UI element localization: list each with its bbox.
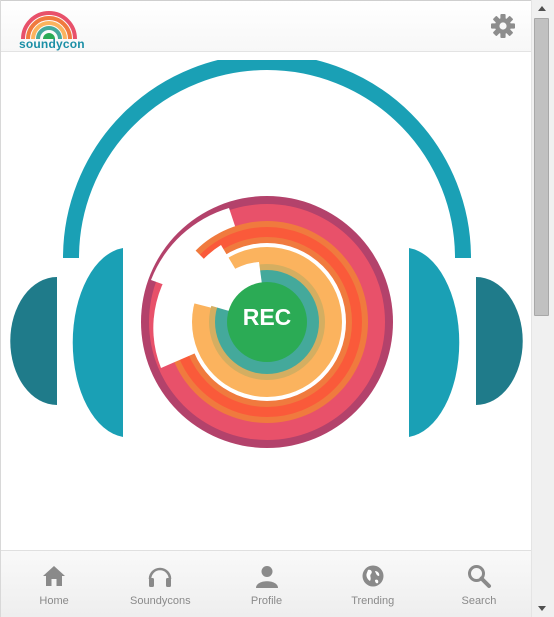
logo-text: soundycon [19,37,85,51]
right-ear-cup [409,248,460,437]
scroll-up-arrow-icon[interactable] [538,6,546,11]
headphones-icon [148,567,172,587]
top-header: soundycon [1,0,532,52]
nav-search[interactable]: Search [426,551,532,617]
user-icon [255,566,278,588]
left-ear-cup [72,248,123,437]
nav-soundycons[interactable]: Soundycons [107,551,213,617]
app-window: soundycon REC Home Soundycons Profile Tr… [0,0,532,617]
nav-trending[interactable]: Trending [320,551,426,617]
right-ear-cap [476,277,523,405]
search-icon [467,565,491,588]
nav-home[interactable]: Home [1,551,107,617]
globe-icon [362,565,384,587]
home-icon [43,566,66,586]
nav-trending-label: Trending [351,595,395,607]
left-ear-cap [10,277,58,405]
vertical-scrollbar[interactable] [531,0,554,617]
record-button[interactable] [227,283,307,363]
settings-button[interactable] [490,13,516,39]
nav-soundycons-label: Soundycons [130,595,191,607]
nav-profile[interactable]: Profile [213,551,319,617]
gear-icon [491,14,515,38]
nav-home-label: Home [39,595,69,607]
headphones-illustration [10,60,523,448]
bottom-navigation: Home Soundycons Profile Trending Search [1,550,532,617]
scroll-down-arrow-icon[interactable] [538,606,546,611]
nav-profile-label: Profile [250,595,283,607]
nav-search-label: Search [461,595,497,607]
scrollbar-thumb[interactable] [534,18,549,316]
app-logo[interactable]: soundycon [19,11,85,51]
